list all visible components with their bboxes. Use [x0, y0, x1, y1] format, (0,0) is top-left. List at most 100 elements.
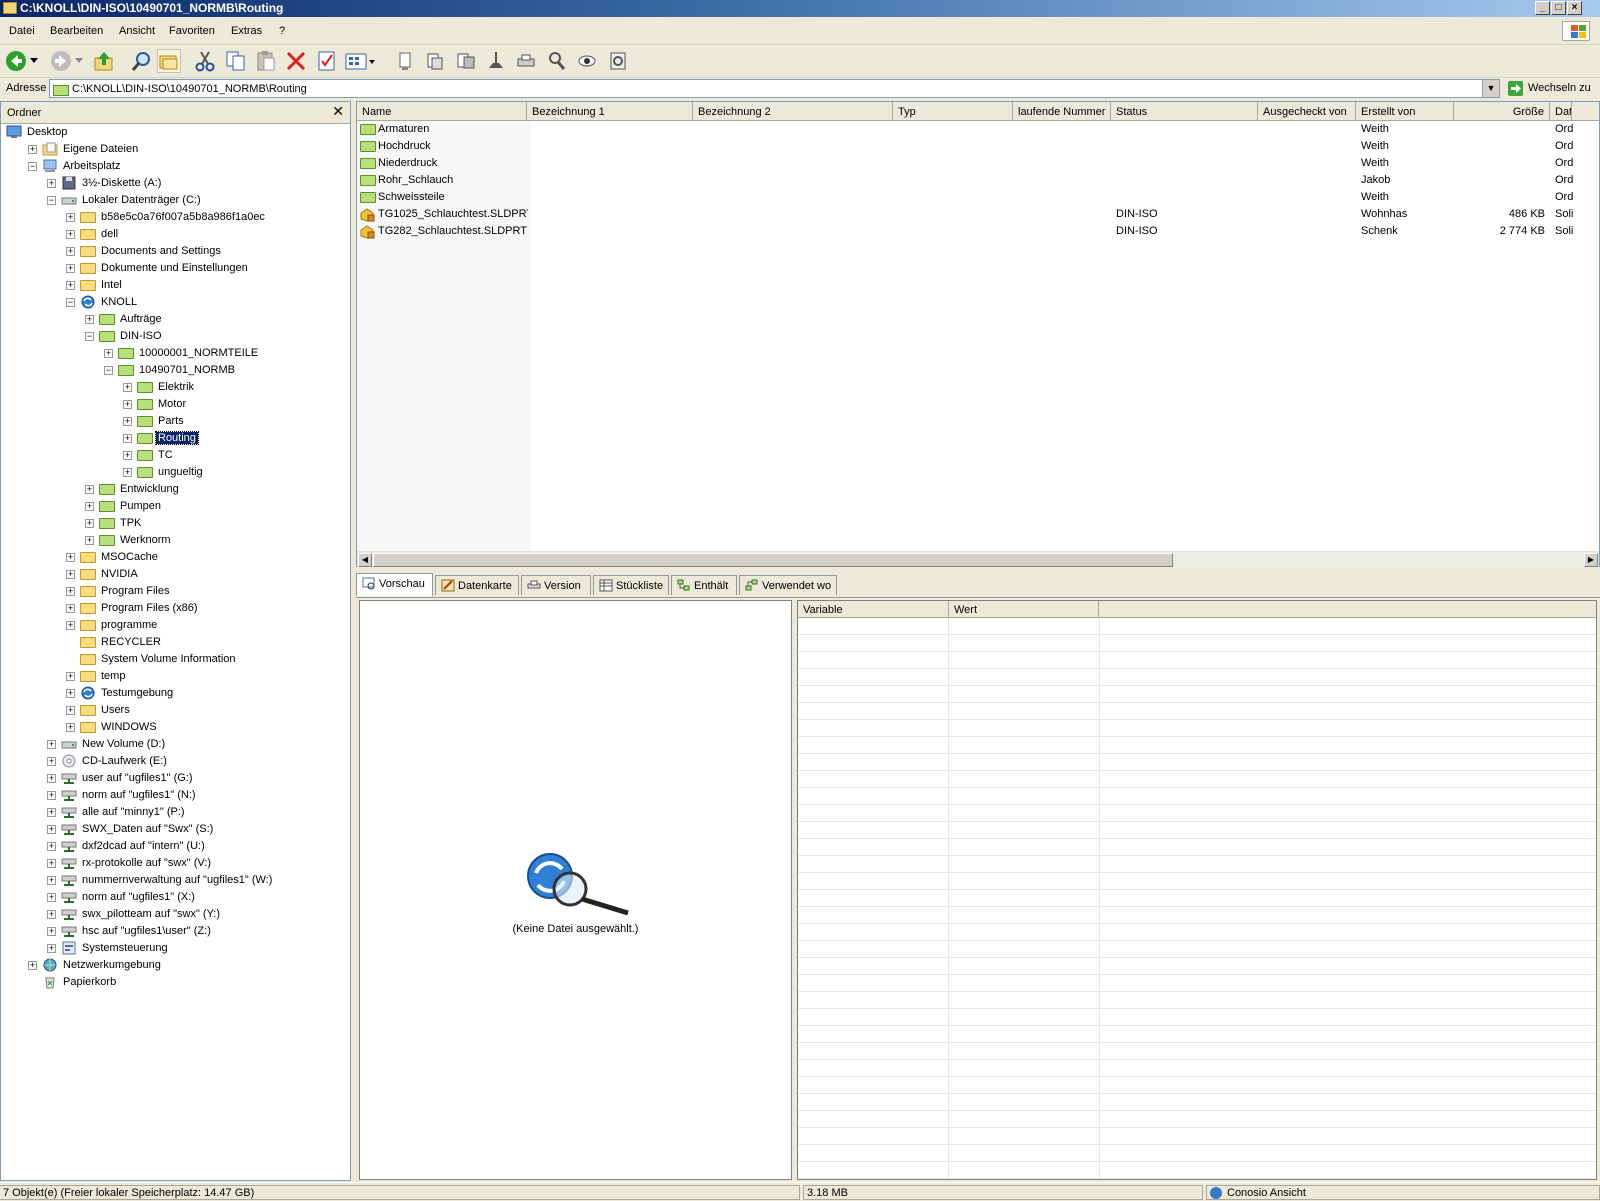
expand-button[interactable]: + — [66, 723, 75, 732]
refresh-icon[interactable] — [606, 49, 630, 73]
checkout-icon[interactable] — [423, 49, 447, 73]
find-icon[interactable] — [545, 49, 569, 73]
tree-node-label[interactable]: Intel — [99, 279, 124, 291]
tree-node[interactable]: + dxf2dcad auf "intern" (U:) — [1, 838, 350, 855]
column-header-name[interactable]: Name — [357, 102, 527, 120]
back-dropdown-icon[interactable] — [29, 49, 39, 73]
copy-icon[interactable] — [224, 49, 248, 73]
tree-node[interactable]: + SWX_Daten auf "Swx" (S:) — [1, 821, 350, 838]
column-header-bezeichnung2[interactable]: Bezeichnung 2 — [693, 102, 893, 120]
tree-node[interactable]: + dell — [1, 226, 350, 243]
tree-node-label[interactable]: dell — [99, 228, 120, 240]
view-icon[interactable] — [575, 49, 599, 73]
expand-button[interactable]: + — [66, 604, 75, 613]
tree-node-label[interactable]: KNOLL — [99, 296, 139, 308]
expand-button[interactable]: + — [85, 519, 94, 528]
back-icon[interactable] — [4, 49, 28, 73]
get-icon[interactable] — [514, 49, 538, 73]
tree-node-label[interactable]: Dokumente und Einstellungen — [99, 262, 250, 274]
collapse-button[interactable]: − — [66, 298, 75, 307]
expand-button[interactable]: + — [47, 740, 56, 749]
scroll-right-button[interactable]: ▶ — [1584, 553, 1598, 567]
tree-node-label[interactable]: 3½-Diskette (A:) — [80, 177, 163, 189]
expand-button[interactable]: + — [66, 672, 75, 681]
tab-version[interactable]: Version — [521, 575, 591, 595]
tree-node-label[interactable]: Elektrik — [156, 381, 196, 393]
column-header-datum[interactable]: Dat — [1550, 102, 1572, 120]
tree-node[interactable]: + Parts — [1, 413, 350, 430]
expand-button[interactable]: + — [85, 485, 94, 494]
list-item[interactable]: TG1025_Schlauchtest.SLDPRT DIN-ISO Wohnhas… — [357, 206, 1599, 223]
expand-button[interactable]: + — [47, 757, 56, 766]
tree-node-label[interactable]: dxf2dcad auf "intern" (U:) — [80, 840, 207, 852]
properties-icon[interactable] — [315, 49, 339, 73]
tree-node[interactable]: + programme — [1, 617, 350, 634]
expand-button[interactable]: + — [66, 621, 75, 630]
tree-node[interactable]: + WINDOWS — [1, 719, 350, 736]
tree-node-label[interactable]: SWX_Daten auf "Swx" (S:) — [80, 823, 215, 835]
tree-node-label[interactable]: TPK — [118, 517, 143, 529]
tree-node-label[interactable]: alle auf "minny1" (P:) — [80, 806, 187, 818]
menu-extras[interactable]: Extras — [231, 25, 262, 37]
tree-node-label[interactable]: Arbeitsplatz — [61, 160, 122, 172]
expand-button[interactable]: + — [123, 468, 132, 477]
expand-button[interactable]: + — [123, 417, 132, 426]
delete-icon[interactable] — [284, 49, 308, 73]
expand-button[interactable]: + — [47, 893, 56, 902]
tree-node-label[interactable]: Desktop — [25, 126, 69, 138]
tree-node[interactable]: +3½-Diskette (A:) — [1, 175, 350, 192]
column-header-erstellt-von[interactable]: Erstellt von — [1356, 102, 1454, 120]
expand-button[interactable]: + — [47, 774, 56, 783]
tree-node-label[interactable]: Documents and Settings — [99, 245, 223, 257]
tree-node[interactable]: + b58e5c0a76f007a5b8a986f1a0ec — [1, 209, 350, 226]
tree-node[interactable]: − KNOLL — [1, 294, 350, 311]
expand-button[interactable]: + — [85, 315, 94, 324]
tree-node-label[interactable]: Entwicklung — [118, 483, 181, 495]
scroll-left-button[interactable]: ◀ — [358, 553, 372, 567]
list-item[interactable]: Armaturen Weith Ord — [357, 121, 1599, 138]
expand-button[interactable]: + — [47, 876, 56, 885]
close-button[interactable]: × — [1567, 1, 1582, 15]
tree-node-label[interactable]: MSOCache — [99, 551, 160, 563]
tab-stückliste[interactable]: Stückliste — [593, 575, 669, 595]
views-icon[interactable] — [345, 49, 377, 73]
up-folder-icon[interactable] — [92, 49, 116, 73]
tree-node-label[interactable]: Netzwerkumgebung — [61, 959, 163, 971]
minimize-button[interactable]: _ — [1535, 1, 1550, 15]
tree-node[interactable]: + swx_pilotteam auf "swx" (Y:) — [1, 906, 350, 923]
tree-node[interactable]: + NVIDIA — [1, 566, 350, 583]
folders-icon[interactable] — [157, 49, 181, 73]
tree-node[interactable]: + temp — [1, 668, 350, 685]
tree-node[interactable]: + hsc auf "ugfiles1\user" (Z:) — [1, 923, 350, 940]
tree-node-label[interactable]: norm auf "ugfiles1" (X:) — [80, 891, 197, 903]
tree-node[interactable]: Papierkorb — [1, 974, 350, 991]
collapse-button[interactable]: − — [28, 162, 37, 171]
tree-node-label[interactable]: user auf "ugfiles1" (G:) — [80, 772, 195, 784]
tree-node[interactable]: + Aufträge — [1, 311, 350, 328]
tree-node[interactable]: + CD-Laufwerk (E:) — [1, 753, 350, 770]
expand-button[interactable]: + — [47, 859, 56, 868]
list-item[interactable]: Hochdruck Weith Ord — [357, 138, 1599, 155]
column-header-typ[interactable]: Typ — [893, 102, 1013, 120]
tree-node[interactable]: + nummernverwaltung auf "ugfiles1" (W:) — [1, 872, 350, 889]
expand-button[interactable]: + — [47, 179, 56, 188]
checkin-icon[interactable] — [454, 49, 478, 73]
tree-node[interactable]: + TC — [1, 447, 350, 464]
tree-node-label[interactable]: hsc auf "ugfiles1\user" (Z:) — [80, 925, 213, 937]
go-button[interactable]: Wechseln zu — [1506, 79, 1598, 98]
tree-node-label[interactable]: NVIDIA — [99, 568, 140, 580]
menu-bearbeiten[interactable]: Bearbeiten — [50, 25, 103, 37]
tree-node[interactable]: System Volume Information — [1, 651, 350, 668]
list-item[interactable]: TG282_Schlauchtest.SLDPRT DIN-ISO Schenk 2 … — [357, 223, 1599, 240]
column-header-bezeichnung1[interactable]: Bezeichnung 1 — [527, 102, 693, 120]
tree-node-label[interactable]: 10000001_NORMTEILE — [137, 347, 260, 359]
tree-node[interactable]: Desktop — [1, 124, 350, 141]
tree-node[interactable]: + Eigene Dateien — [1, 141, 350, 158]
tree-node-label[interactable]: System Volume Information — [99, 653, 238, 665]
expand-button[interactable]: + — [123, 434, 132, 443]
expand-button[interactable]: + — [66, 230, 75, 239]
tree-node-label[interactable]: DIN-ISO — [118, 330, 164, 342]
tree-node[interactable]: + ungueltig — [1, 464, 350, 481]
tree-node-label[interactable]: RECYCLER — [99, 636, 163, 648]
tree-node[interactable]: + Systemsteuerung — [1, 940, 350, 957]
